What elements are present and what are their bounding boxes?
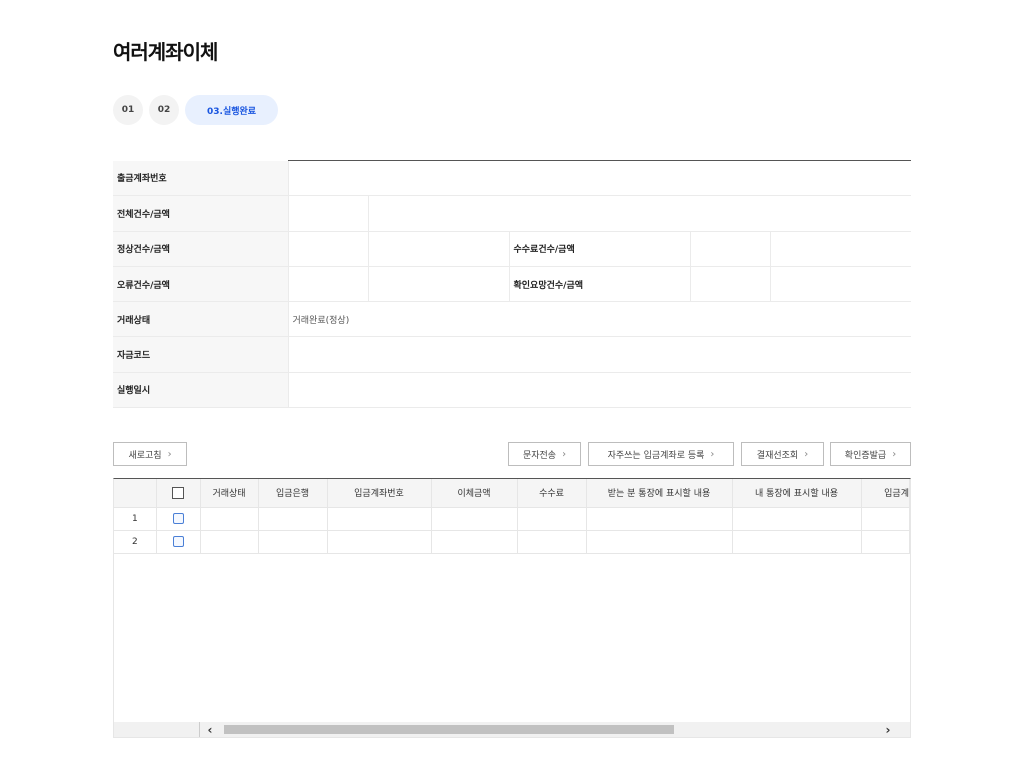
info-row-fund-code: 자금코드 bbox=[113, 336, 911, 373]
fee-amount-value bbox=[769, 231, 911, 267]
info-row-total: 전체건수/금액 bbox=[113, 195, 911, 232]
select-all-checkbox[interactable] bbox=[172, 486, 184, 499]
total-amount-value bbox=[367, 195, 911, 232]
info-row-error: 오류건수/금액 확인요망건수/금액 bbox=[113, 266, 911, 303]
step-2: 02 bbox=[149, 95, 179, 125]
sms-button-label: 문자전송 bbox=[522, 450, 557, 461]
col-header: 입금계좌번호 bbox=[327, 479, 432, 508]
step-3-current: 03.실행완료 bbox=[185, 95, 279, 125]
info-row-executed-at: 실행일시 bbox=[113, 372, 911, 409]
transaction-status-label: 거래상태 bbox=[113, 301, 288, 338]
register-frequent-account-label: 자주쓰는 입금계좌로 등록 bbox=[607, 450, 705, 461]
fee-count-value bbox=[689, 231, 770, 267]
table-row: 2 bbox=[114, 530, 910, 554]
withdraw-account-label: 출금계좌번호 bbox=[113, 160, 288, 197]
info-row-status: 거래상태 거래완료(정상) bbox=[113, 301, 911, 338]
normal-amount-value bbox=[367, 231, 509, 267]
col-header: 받는 분 통장에 표시할 내용 bbox=[586, 479, 733, 508]
result-grid-table: 거래상태 입금은행 입금계좌번호 이체금액 수수료 받는 분 통장에 표시할 내… bbox=[114, 479, 910, 554]
chevron-right-icon: › bbox=[892, 448, 897, 460]
register-frequent-account-button[interactable]: 자주쓰는 입금계좌로 등록 › bbox=[588, 442, 734, 466]
fund-code-label: 자금코드 bbox=[113, 336, 288, 373]
refresh-button[interactable]: 새로고침 › bbox=[113, 442, 187, 466]
confirmation-issue-label: 확인증발급 bbox=[844, 450, 887, 461]
scroll-right-icon[interactable]: › bbox=[878, 723, 898, 737]
check-required-count-value bbox=[689, 266, 770, 303]
error-count-amount-label: 오류건수/금액 bbox=[113, 266, 288, 303]
col-header: 수수료 bbox=[517, 479, 587, 508]
info-row-withdraw-account: 출금계좌번호 bbox=[113, 159, 911, 197]
approval-line-lookup-button[interactable]: 결재선조회 › bbox=[741, 442, 824, 466]
error-count-value bbox=[287, 266, 368, 303]
frozen-column-scroll-area bbox=[114, 722, 200, 737]
col-header: 입금은행 bbox=[258, 479, 328, 508]
row-number: 2 bbox=[114, 530, 157, 554]
chevron-right-icon: › bbox=[167, 448, 172, 460]
row-select-cell bbox=[156, 507, 201, 531]
chevron-right-icon: › bbox=[562, 448, 567, 460]
row-checkbox[interactable] bbox=[172, 536, 184, 547]
table-row: 1 bbox=[114, 507, 910, 531]
normal-count-value bbox=[287, 231, 368, 267]
select-all-header bbox=[156, 479, 201, 508]
sms-button[interactable]: 문자전송 › bbox=[508, 442, 581, 466]
fee-count-amount-label: 수수료건수/금액 bbox=[508, 231, 690, 267]
executed-at-value bbox=[287, 372, 911, 409]
horizontal-scrollbar[interactable]: ‹ › bbox=[114, 722, 910, 737]
transaction-status-value: 거래완료(정상) bbox=[287, 301, 911, 338]
col-header: 입금계 bbox=[861, 479, 910, 508]
col-header: 거래상태 bbox=[200, 479, 259, 508]
col-header: 이체금액 bbox=[431, 479, 518, 508]
total-count-amount-label: 전체건수/금액 bbox=[113, 195, 288, 232]
approval-line-lookup-label: 결재선조회 bbox=[756, 450, 799, 461]
row-number: 1 bbox=[114, 507, 157, 531]
page-title: 여러계좌이체 bbox=[113, 40, 218, 64]
refresh-button-label: 새로고침 bbox=[128, 450, 162, 461]
row-select-cell bbox=[156, 530, 201, 554]
step-1: 01 bbox=[113, 95, 143, 125]
executed-at-label: 실행일시 bbox=[113, 372, 288, 409]
step-indicator: 01 02 03.실행완료 bbox=[113, 95, 279, 125]
row-number-header bbox=[114, 479, 157, 508]
check-required-amount-value bbox=[769, 266, 911, 303]
chevron-right-icon: › bbox=[804, 448, 809, 460]
scrollbar-thumb[interactable] bbox=[224, 725, 674, 734]
grid-header-row: 거래상태 입금은행 입금계좌번호 이체금액 수수료 받는 분 통장에 표시할 내… bbox=[114, 479, 910, 508]
chevron-right-icon: › bbox=[710, 448, 715, 460]
check-required-count-amount-label: 확인요망건수/금액 bbox=[508, 266, 690, 303]
transfer-summary-table: 출금계좌번호 전체건수/금액 정상건수/금액 수수료건수/금액 오류건수/금액 … bbox=[113, 159, 911, 409]
col-header: 내 통장에 표시할 내용 bbox=[732, 479, 862, 508]
normal-count-amount-label: 정상건수/금액 bbox=[113, 231, 288, 267]
scroll-left-icon[interactable]: ‹ bbox=[200, 723, 220, 737]
confirmation-issue-button[interactable]: 확인증발급 › bbox=[830, 442, 911, 466]
withdraw-account-value bbox=[287, 159, 911, 197]
error-amount-value bbox=[367, 266, 509, 303]
row-checkbox[interactable] bbox=[172, 513, 184, 524]
fund-code-value bbox=[287, 336, 911, 373]
info-row-normal: 정상건수/금액 수수료건수/금액 bbox=[113, 231, 911, 267]
total-count-value bbox=[287, 195, 368, 232]
transfer-result-grid: 거래상태 입금은행 입금계좌번호 이체금액 수수료 받는 분 통장에 표시할 내… bbox=[113, 478, 911, 738]
